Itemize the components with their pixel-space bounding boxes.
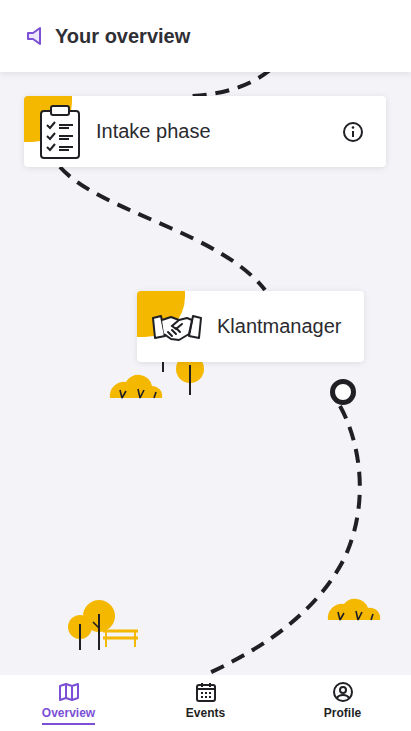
nav-item[interactable]: Profile bbox=[274, 675, 411, 731]
nav-label: Profile bbox=[324, 706, 361, 725]
milestone-label: Klantmanager bbox=[217, 315, 352, 338]
bottom-nav: Overview Events Profile bbox=[0, 675, 411, 731]
park-icon bbox=[68, 600, 138, 650]
journey-map: Intake phase Klantmanager bbox=[0, 72, 411, 675]
info-icon[interactable] bbox=[342, 121, 364, 143]
handshake-icon bbox=[151, 310, 203, 344]
milestone-label: Intake phase bbox=[96, 120, 342, 143]
nav-item[interactable]: Events bbox=[137, 675, 274, 731]
milestone-card[interactable]: Intake phase bbox=[24, 96, 386, 167]
speaker-icon[interactable] bbox=[24, 25, 46, 47]
bush-icon bbox=[110, 375, 162, 398]
current-position-marker bbox=[330, 379, 356, 405]
profile-icon bbox=[332, 682, 354, 702]
bush-icon bbox=[328, 599, 380, 620]
nav-item[interactable]: Overview bbox=[0, 675, 137, 731]
nav-label: Overview bbox=[42, 706, 95, 725]
nav-label: Events bbox=[186, 706, 225, 725]
page-title: Your overview bbox=[55, 25, 190, 48]
map-icon bbox=[58, 682, 80, 702]
calendar-icon bbox=[195, 682, 217, 702]
milestone-card[interactable]: Klantmanager bbox=[137, 291, 364, 362]
checklist-icon bbox=[38, 103, 82, 161]
header: Your overview bbox=[0, 0, 411, 72]
app-screen: Your overview Intake phase Klantmanager Ove… bbox=[0, 0, 411, 731]
